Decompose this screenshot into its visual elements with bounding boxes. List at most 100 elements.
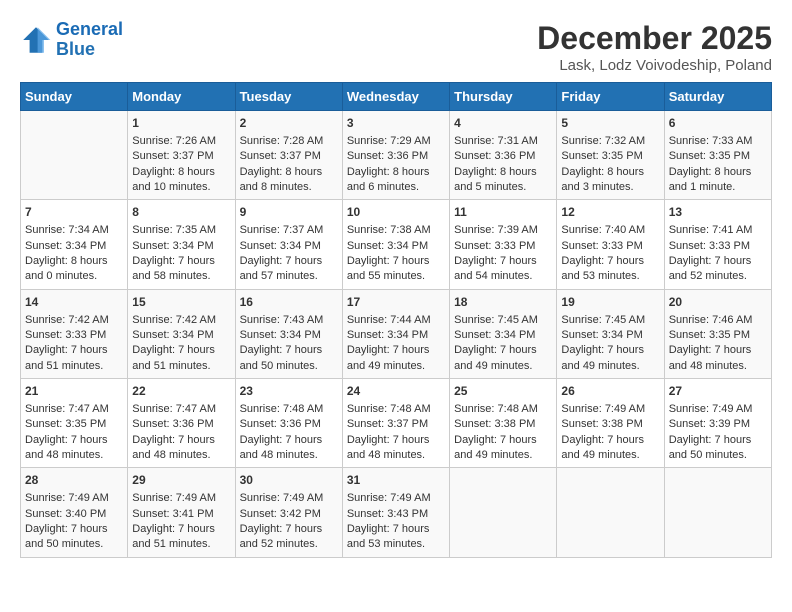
header-sunday: Sunday (21, 83, 128, 111)
day-number: 16 (240, 294, 338, 311)
sunset-text: Sunset: 3:34 PM (240, 239, 338, 254)
daylight-text: Daylight: 7 hours and 51 minutes. (132, 522, 230, 553)
calendar-cell: 20Sunrise: 7:46 AMSunset: 3:35 PMDayligh… (664, 289, 771, 378)
daylight-text: Daylight: 7 hours and 57 minutes. (240, 254, 338, 285)
calendar-cell: 24Sunrise: 7:48 AMSunset: 3:37 PMDayligh… (342, 379, 449, 468)
sunset-text: Sunset: 3:40 PM (25, 507, 123, 522)
calendar-cell: 6Sunrise: 7:33 AMSunset: 3:35 PMDaylight… (664, 111, 771, 200)
sunrise-text: Sunrise: 7:29 AM (347, 134, 445, 149)
daylight-text: Daylight: 7 hours and 55 minutes. (347, 254, 445, 285)
sunrise-text: Sunrise: 7:48 AM (240, 402, 338, 417)
daylight-text: Daylight: 7 hours and 50 minutes. (25, 522, 123, 553)
sunset-text: Sunset: 3:41 PM (132, 507, 230, 522)
sunrise-text: Sunrise: 7:39 AM (454, 223, 552, 238)
day-number: 12 (561, 204, 659, 221)
sunset-text: Sunset: 3:34 PM (347, 239, 445, 254)
day-number: 29 (132, 472, 230, 489)
sunset-text: Sunset: 3:38 PM (454, 417, 552, 432)
calendar-table: SundayMondayTuesdayWednesdayThursdayFrid… (20, 82, 772, 558)
sunrise-text: Sunrise: 7:44 AM (347, 313, 445, 328)
calendar-cell: 25Sunrise: 7:48 AMSunset: 3:38 PMDayligh… (450, 379, 557, 468)
day-number: 6 (669, 115, 767, 132)
main-title: December 2025 (537, 20, 772, 57)
day-number: 7 (25, 204, 123, 221)
sunset-text: Sunset: 3:33 PM (669, 239, 767, 254)
day-number: 14 (25, 294, 123, 311)
sunrise-text: Sunrise: 7:42 AM (132, 313, 230, 328)
calendar-cell: 30Sunrise: 7:49 AMSunset: 3:42 PMDayligh… (235, 468, 342, 557)
sunset-text: Sunset: 3:42 PM (240, 507, 338, 522)
daylight-text: Daylight: 8 hours and 8 minutes. (240, 165, 338, 196)
sunrise-text: Sunrise: 7:46 AM (669, 313, 767, 328)
sunrise-text: Sunrise: 7:42 AM (25, 313, 123, 328)
day-number: 1 (132, 115, 230, 132)
week-row-3: 21Sunrise: 7:47 AMSunset: 3:35 PMDayligh… (21, 379, 772, 468)
daylight-text: Daylight: 7 hours and 53 minutes. (347, 522, 445, 553)
daylight-text: Daylight: 7 hours and 51 minutes. (132, 343, 230, 374)
daylight-text: Daylight: 7 hours and 49 minutes. (454, 433, 552, 464)
sunrise-text: Sunrise: 7:40 AM (561, 223, 659, 238)
header-thursday: Thursday (450, 83, 557, 111)
daylight-text: Daylight: 8 hours and 0 minutes. (25, 254, 123, 285)
sunrise-text: Sunrise: 7:48 AM (347, 402, 445, 417)
day-number: 13 (669, 204, 767, 221)
day-number: 2 (240, 115, 338, 132)
sunrise-text: Sunrise: 7:48 AM (454, 402, 552, 417)
day-number: 8 (132, 204, 230, 221)
logo: General Blue (20, 20, 123, 60)
calendar-cell: 12Sunrise: 7:40 AMSunset: 3:33 PMDayligh… (557, 200, 664, 289)
sunrise-text: Sunrise: 7:45 AM (454, 313, 552, 328)
sunset-text: Sunset: 3:34 PM (561, 328, 659, 343)
sunrise-text: Sunrise: 7:38 AM (347, 223, 445, 238)
daylight-text: Daylight: 7 hours and 48 minutes. (132, 433, 230, 464)
sunset-text: Sunset: 3:34 PM (132, 239, 230, 254)
calendar-cell (21, 111, 128, 200)
sunrise-text: Sunrise: 7:43 AM (240, 313, 338, 328)
day-number: 10 (347, 204, 445, 221)
daylight-text: Daylight: 7 hours and 49 minutes. (561, 433, 659, 464)
sunrise-text: Sunrise: 7:41 AM (669, 223, 767, 238)
calendar-cell: 21Sunrise: 7:47 AMSunset: 3:35 PMDayligh… (21, 379, 128, 468)
calendar-cell: 18Sunrise: 7:45 AMSunset: 3:34 PMDayligh… (450, 289, 557, 378)
daylight-text: Daylight: 7 hours and 49 minutes. (347, 343, 445, 374)
daylight-text: Daylight: 7 hours and 51 minutes. (25, 343, 123, 374)
calendar-cell: 27Sunrise: 7:49 AMSunset: 3:39 PMDayligh… (664, 379, 771, 468)
logo-line2: Blue (56, 39, 95, 59)
calendar-cell: 9Sunrise: 7:37 AMSunset: 3:34 PMDaylight… (235, 200, 342, 289)
day-number: 17 (347, 294, 445, 311)
sunrise-text: Sunrise: 7:37 AM (240, 223, 338, 238)
calendar-cell: 22Sunrise: 7:47 AMSunset: 3:36 PMDayligh… (128, 379, 235, 468)
calendar-cell: 29Sunrise: 7:49 AMSunset: 3:41 PMDayligh… (128, 468, 235, 557)
week-row-1: 7Sunrise: 7:34 AMSunset: 3:34 PMDaylight… (21, 200, 772, 289)
day-number: 18 (454, 294, 552, 311)
logo-line1: General (56, 19, 123, 39)
sunrise-text: Sunrise: 7:49 AM (561, 402, 659, 417)
daylight-text: Daylight: 7 hours and 52 minutes. (669, 254, 767, 285)
header-monday: Monday (128, 83, 235, 111)
logo-icon (20, 24, 52, 56)
sunrise-text: Sunrise: 7:49 AM (25, 491, 123, 506)
daylight-text: Daylight: 7 hours and 48 minutes. (347, 433, 445, 464)
sunset-text: Sunset: 3:34 PM (347, 328, 445, 343)
calendar-cell: 3Sunrise: 7:29 AMSunset: 3:36 PMDaylight… (342, 111, 449, 200)
calendar-cell: 13 Sunrise: 7:41 AMSunset: 3:33 PMDayligh… (664, 200, 771, 289)
daylight-text: Daylight: 8 hours and 10 minutes. (132, 165, 230, 196)
daylight-text: Daylight: 7 hours and 58 minutes. (132, 254, 230, 285)
calendar-cell (450, 468, 557, 557)
daylight-text: Daylight: 7 hours and 48 minutes. (240, 433, 338, 464)
sunset-text: Sunset: 3:37 PM (132, 149, 230, 164)
calendar-cell (557, 468, 664, 557)
day-number: 3 (347, 115, 445, 132)
calendar-cell: 28 Sunrise: 7:49 AMSunset: 3:40 PMDayligh… (21, 468, 128, 557)
sunrise-text: Sunrise: 7:34 AM (25, 223, 123, 238)
sunset-text: Sunset: 3:34 PM (25, 239, 123, 254)
day-number: 31 (347, 472, 445, 489)
header-tuesday: Tuesday (235, 83, 342, 111)
day-number: 28 (25, 472, 123, 489)
sunset-text: Sunset: 3:36 PM (132, 417, 230, 432)
daylight-text: Daylight: 7 hours and 50 minutes. (669, 433, 767, 464)
sunset-text: Sunset: 3:34 PM (454, 328, 552, 343)
header-saturday: Saturday (664, 83, 771, 111)
sunset-text: Sunset: 3:39 PM (669, 417, 767, 432)
daylight-text: Daylight: 7 hours and 50 minutes. (240, 343, 338, 374)
